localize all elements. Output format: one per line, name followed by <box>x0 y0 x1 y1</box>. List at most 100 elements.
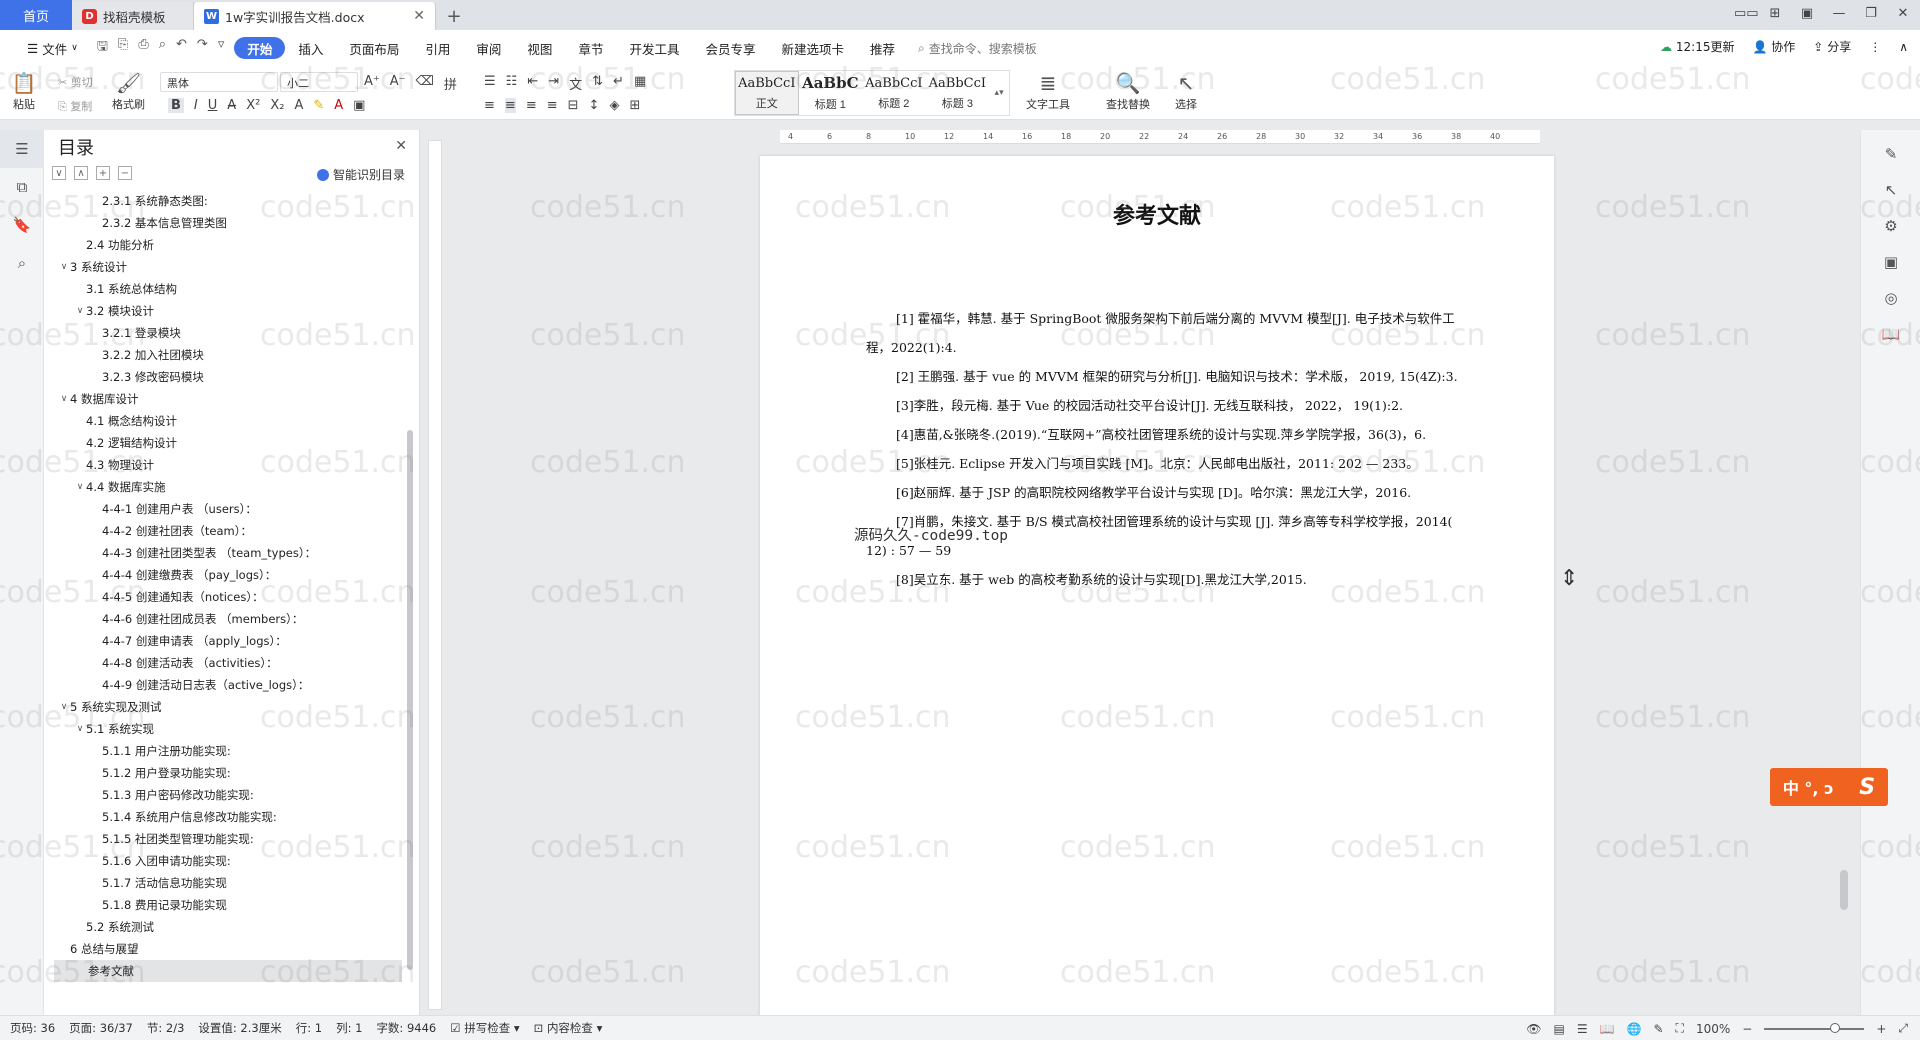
format-painter-button[interactable]: 🖌 格式刷 <box>112 70 145 112</box>
close-icon[interactable]: ✕ <box>395 138 407 154</box>
highlight-icon[interactable]: ✎ <box>313 98 324 113</box>
style-heading-2[interactable]: AaBbCcI 标题 2 <box>862 71 926 115</box>
tab-member[interactable]: 会员专享 <box>692 37 768 59</box>
toc-scrollbar[interactable] <box>407 430 413 970</box>
grid-icon[interactable]: ⊞ <box>1766 6 1784 21</box>
status-col[interactable]: 列: 1 <box>336 1020 362 1036</box>
tab-home[interactable]: 首页 <box>0 0 72 30</box>
spell-check-toggle[interactable]: ☑ 拼写检查 ▾ <box>450 1020 519 1036</box>
toc-item[interactable]: 5.1.8 费用记录功能实现 <box>44 894 402 916</box>
toc-item[interactable]: 2.3.1 系统静态类图: <box>44 190 402 212</box>
chinese-layout-icon[interactable]: 文 <box>569 74 582 93</box>
settings-sliders-icon[interactable]: ⚙ <box>1861 208 1920 244</box>
add-heading-icon[interactable]: + <box>96 166 110 180</box>
cut-button[interactable]: ✂ 剪切 <box>58 74 93 90</box>
reference-entry[interactable]: [4]惠苗,&张晓冬.(2019).“互联网+”高校社团管理系统的设计与实现.萍… <box>866 420 1460 449</box>
chevron-down-icon[interactable]: ∨ <box>74 482 86 492</box>
status-section[interactable]: 节: 2/3 <box>147 1020 185 1036</box>
book-icon[interactable]: 📖 <box>1861 316 1920 352</box>
clear-format-icon[interactable]: ⌫ <box>416 74 434 93</box>
layout-icon[interactable]: ▭▭ <box>1734 6 1759 21</box>
smart-toc-button[interactable]: 智能识别目录 <box>316 166 405 183</box>
toc-item[interactable]: 2.3.2 基本信息管理类图 <box>44 212 402 234</box>
vertical-ruler[interactable] <box>428 140 442 1010</box>
write-mode-icon[interactable]: ✎ <box>1653 1022 1663 1036</box>
paste-button[interactable]: 📋 粘贴 <box>12 70 37 112</box>
status-words[interactable]: 字数: 9446 <box>376 1020 436 1036</box>
reference-entry[interactable]: [1] 霍福华，韩慧. 基于 SpringBoot 微服务架构下前后端分离的 M… <box>866 304 1460 362</box>
shading-icon[interactable]: ◈ <box>609 98 619 113</box>
undo-icon[interactable]: ↶ <box>176 37 187 59</box>
style-heading-3[interactable]: AaBbCcI 标题 3 <box>926 71 990 115</box>
copy-button[interactable]: ⎘ 复制 <box>58 98 92 114</box>
align-right-icon[interactable]: ≡ <box>526 98 537 113</box>
tab-developer[interactable]: 开发工具 <box>616 37 692 59</box>
bullet-list-icon[interactable]: ☰ <box>484 74 496 93</box>
toc-item[interactable]: 4-4-6 创建社团成员表 （members）： <box>44 608 402 630</box>
document-page[interactable]: 参考文献 [1] 霍福华，韩慧. 基于 SpringBoot 微服务架构下前后端… <box>760 156 1554 1015</box>
toc-item[interactable]: 4.3 物理设计 <box>44 454 402 476</box>
superscript-icon[interactable]: X² <box>246 98 260 113</box>
toc-item[interactable]: 6 总结与展望 <box>44 938 402 960</box>
content-check-toggle[interactable]: ⊡ 内容检查 ▾ <box>534 1020 603 1036</box>
collab-button[interactable]: 👤 协作 <box>1753 38 1796 55</box>
toc-item[interactable]: ∨ 3.2 模块设计 <box>44 300 402 322</box>
avatar[interactable]: ▣ <box>1798 6 1816 21</box>
toc-item[interactable]: 参考文献 <box>54 960 402 982</box>
zoom-in-icon[interactable]: + <box>1876 1022 1886 1036</box>
zoom-out-icon[interactable]: − <box>1742 1022 1752 1036</box>
document-scrollbar[interactable] <box>1840 870 1848 910</box>
status-row[interactable]: 行: 1 <box>296 1020 322 1036</box>
zoom-level[interactable]: 100% <box>1696 1022 1730 1036</box>
tab-page-layout[interactable]: 页面布局 <box>336 37 412 59</box>
select-button[interactable]: ↖ 选择 <box>1174 70 1198 112</box>
toc-item[interactable]: ∨ 4 数据库设计 <box>44 388 402 410</box>
border-icon[interactable]: ⊞ <box>629 98 640 113</box>
reference-entry[interactable]: [8]吴立东. 基于 web 的高校考勤系统的设计与实现[D].黑龙江大学,20… <box>866 565 1460 594</box>
command-search[interactable]: ⌕ 查找命令、搜索模板 <box>918 40 1037 57</box>
fit-page-icon[interactable]: ⛶ <box>1676 1021 1684 1036</box>
tab-insert[interactable]: 插入 <box>285 37 336 59</box>
toc-item[interactable]: 4-4-8 创建活动表 （activities）： <box>44 652 402 674</box>
align-center-icon[interactable]: ≡ <box>504 98 516 113</box>
shrink-font-icon[interactable]: A⁻ <box>390 74 406 93</box>
chevron-down-icon[interactable]: ∨ <box>74 724 86 734</box>
web-view-icon[interactable]: 🌐 <box>1627 1022 1642 1036</box>
cursor-tool-icon[interactable]: ↖ <box>1861 172 1920 208</box>
export-icon[interactable]: ⎘ <box>118 37 128 59</box>
tab-recommend[interactable]: 推荐 <box>857 37 908 59</box>
reference-entry[interactable]: [3]李胜，段元梅. 基于 Vue 的校园活动社交平台设计[J]. 无线互联科技… <box>866 391 1460 420</box>
toc-item[interactable]: ∨ 3 系统设计 <box>44 256 402 278</box>
bookmark-icon[interactable]: 🔖 <box>0 206 44 244</box>
chevron-down-icon[interactable]: ∨ <box>58 702 70 712</box>
more-icon[interactable]: ▿ <box>218 37 225 59</box>
zoom-knob[interactable] <box>1830 1022 1841 1033</box>
style-heading-1[interactable]: AaBbC 标题 1 <box>799 71 863 115</box>
toc-panel-icon[interactable]: ☰ <box>0 130 44 168</box>
new-tab-button[interactable]: + <box>436 2 472 30</box>
page-title[interactable]: 参考文献 <box>760 198 1554 230</box>
expand-all-icon[interactable]: ∨ <box>52 166 66 180</box>
reference-entry[interactable]: [6]赵丽辉. 基于 JSP 的高职院校网络教学平台设计与实现 [D]。哈尔滨：… <box>866 478 1460 507</box>
remove-heading-icon[interactable]: − <box>118 166 132 180</box>
tab-review[interactable]: 审阅 <box>463 37 514 59</box>
tab-section[interactable]: 章节 <box>565 37 616 59</box>
location-icon[interactable]: ◎ <box>1861 280 1920 316</box>
reference-entry[interactable]: [5]张桂元. Eclipse 开发入门与项目实践 [M]。北京：人民邮电出版社… <box>866 449 1460 478</box>
toc-item[interactable]: 3.1 系统总体结构 <box>44 278 402 300</box>
increase-indent-icon[interactable]: ⇥ <box>548 74 559 93</box>
toc-item[interactable]: 4-4-2 创建社团表（team）： <box>44 520 402 542</box>
font-size-select[interactable]: 小二 <box>280 72 358 92</box>
toc-item[interactable]: 5.1.4 系统用户信息修改功能实现: <box>44 806 402 828</box>
phonetic-icon[interactable]: 拼 <box>444 74 457 93</box>
outline-view-icon[interactable]: ☰ <box>1577 1022 1588 1036</box>
reference-entry[interactable]: [2] 王鹏强. 基于 vue 的 MVVM 框架的研究与分析[J]. 电脑知识… <box>866 362 1460 391</box>
fullscreen-icon[interactable]: ⤢ <box>1898 1021 1908 1036</box>
tab-start[interactable]: 开始 <box>234 37 286 59</box>
ime-widget[interactable]: 中 °, ɔ S <box>1770 768 1888 806</box>
chevron-down-icon[interactable]: ∨ <box>58 394 70 404</box>
minimize-button[interactable]: — <box>1830 6 1848 21</box>
tab-references[interactable]: 引用 <box>412 37 463 59</box>
save-icon[interactable]: 🖫 <box>97 37 108 59</box>
table-draw-icon[interactable]: ▦ <box>634 74 646 93</box>
